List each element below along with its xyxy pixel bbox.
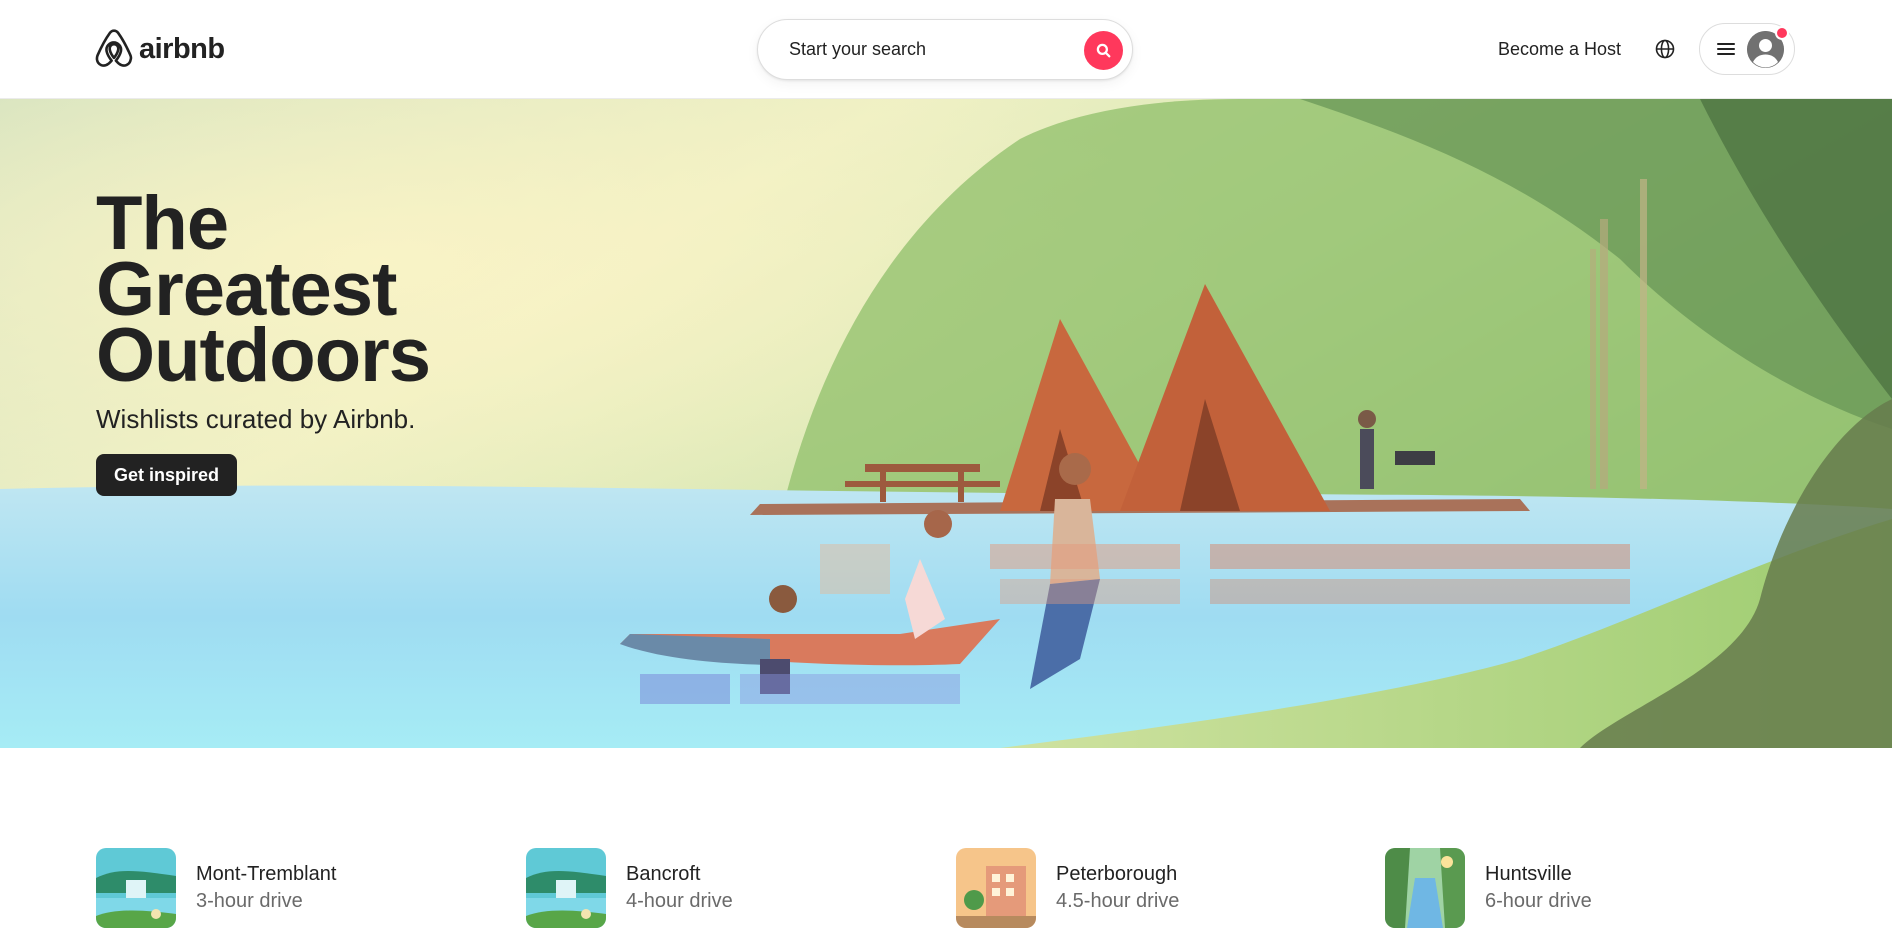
destination-card[interactable]: Huntsville 6-hour drive	[1385, 848, 1592, 928]
become-host-link[interactable]: Become a Host	[1486, 29, 1633, 69]
search-bar[interactable]: Start your search	[757, 19, 1133, 80]
destination-card[interactable]: Bancroft 4-hour drive	[526, 848, 733, 928]
destination-name: Mont-Tremblant	[196, 863, 337, 885]
search-placeholder: Start your search	[789, 39, 927, 59]
destination-drive-time: 6-hour drive	[1485, 890, 1592, 912]
destination-drive-time: 4-hour drive	[626, 890, 733, 912]
destination-thumbnail	[526, 848, 606, 928]
lake-waterfall-icon	[526, 848, 606, 928]
destination-name: Huntsville	[1485, 863, 1572, 885]
destination-thumbnail	[956, 848, 1036, 928]
destination-name: Peterborough	[1056, 863, 1178, 885]
search-icon	[1096, 43, 1111, 58]
hero-banner: The Greatest Outdoors Wishlists curated …	[0, 99, 1892, 748]
airbnb-logo[interactable]: airbnb	[95, 28, 225, 70]
destination-thumbnail	[96, 848, 176, 928]
airbnb-logo-icon	[95, 29, 133, 67]
destination-card[interactable]: Mont-Tremblant 3-hour drive	[96, 848, 336, 928]
top-header: airbnb Start your search Become a Host	[0, 0, 1892, 99]
language-button[interactable]	[1645, 29, 1685, 69]
hero-subtitle: Wishlists curated by Airbnb.	[96, 404, 416, 434]
destination-drive-time: 4.5-hour drive	[1056, 890, 1180, 912]
destination-name: Bancroft	[626, 863, 701, 885]
globe-icon	[1655, 39, 1675, 59]
hamburger-icon	[1717, 43, 1735, 55]
destination-card[interactable]: Peterborough 4.5-hour drive	[956, 848, 1179, 928]
hero-title: The Greatest Outdoors	[96, 181, 431, 398]
get-inspired-button[interactable]: Get inspired	[96, 454, 237, 496]
search-button[interactable]	[1084, 31, 1123, 70]
destination-drive-time: 3-hour drive	[196, 890, 303, 912]
town-buildings-icon	[956, 848, 1036, 928]
notification-dot	[1775, 26, 1789, 40]
river-forest-icon	[1385, 848, 1465, 928]
destination-thumbnail	[1385, 848, 1465, 928]
logo-text: airbnb	[139, 32, 225, 65]
lake-waterfall-icon	[96, 848, 176, 928]
